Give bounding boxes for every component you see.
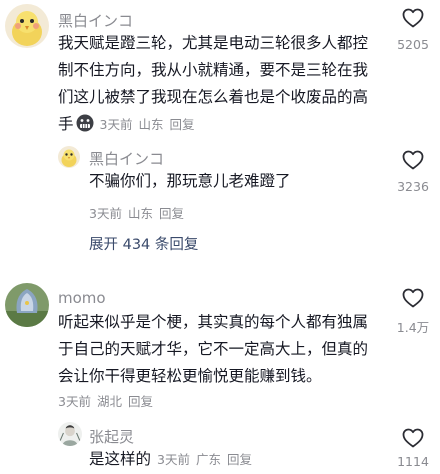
heart-outline-icon xyxy=(402,150,424,170)
comment-location: 湖北 xyxy=(96,394,122,409)
reply-location: 山东 xyxy=(127,206,153,221)
comment-item: momo 听起来似乎是个梗，其实真的每个人都有独属 于自己的天赋才华，它不一定高… xyxy=(0,280,440,474)
heart-outline-icon xyxy=(402,428,424,448)
comment-text: 我天赋是蹬三轮，尤其是电动三轮很多人都控 制不住方向，我从小就精通，要不是三轮在… xyxy=(58,34,369,133)
like-button[interactable]: 5205 xyxy=(388,8,438,52)
reply-button[interactable]: 回复 xyxy=(169,117,194,132)
reply-location: 广东 xyxy=(195,452,221,467)
comment-time: 3天前 xyxy=(99,117,133,132)
heart-outline-icon xyxy=(402,288,424,308)
reply-like-count: 1114 xyxy=(397,454,429,469)
reply-meta: 3天前 广东 回复 xyxy=(157,452,258,467)
reply-avatar[interactable] xyxy=(58,422,82,446)
like-button[interactable]: 1.4万 xyxy=(388,288,438,336)
reply-reply-button[interactable]: 回复 xyxy=(159,206,184,221)
comment-meta: 3天前 湖北 回复 xyxy=(58,391,159,410)
reply-like-button[interactable]: 3236 xyxy=(388,150,438,194)
reply-time: 3天前 xyxy=(89,206,122,221)
reply-reply-button[interactable]: 回复 xyxy=(227,452,252,467)
reply-username[interactable]: 张起灵 xyxy=(89,426,134,447)
reply-like-button[interactable]: 1114 xyxy=(388,428,438,469)
comment-username[interactable]: momo xyxy=(58,289,106,307)
reply-button[interactable]: 回复 xyxy=(128,394,153,409)
comment-text: 听起来似乎是个梗，其实真的每个人都有独属 于自己的天赋才华，它不一定高大上，但真… xyxy=(58,313,369,385)
reply-avatar[interactable] xyxy=(58,146,80,168)
avatar[interactable] xyxy=(5,4,49,48)
reply-text: 不骗你们，那玩意儿老难蹬了 xyxy=(89,172,291,190)
reply-meta: 3天前 山东 回复 xyxy=(89,203,190,222)
reply-time: 3天前 xyxy=(157,452,190,467)
comment-meta: 3天前 山东 回复 xyxy=(100,117,201,132)
heart-outline-icon xyxy=(402,8,424,28)
grimacing-face-emoji-icon xyxy=(76,114,94,132)
comment-time: 3天前 xyxy=(58,394,91,409)
reply-like-count: 3236 xyxy=(397,179,429,194)
like-count: 5205 xyxy=(397,37,429,52)
reply-username[interactable]: 黑白インコ xyxy=(89,148,164,169)
reply-text: 是这样的 3天前 广东 回复 xyxy=(89,446,258,473)
comment-username[interactable]: 黑白インコ xyxy=(58,10,133,31)
expand-replies-button[interactable]: 展开 434 条回复 xyxy=(89,233,198,254)
like-count: 1.4万 xyxy=(396,320,430,335)
comment-item: 黑白インコ 我天赋是蹬三轮，尤其是电动三轮很多人都控 制不住方向，我从小就精通，… xyxy=(0,0,440,260)
avatar[interactable] xyxy=(5,283,49,327)
comment-location: 山东 xyxy=(138,117,164,132)
